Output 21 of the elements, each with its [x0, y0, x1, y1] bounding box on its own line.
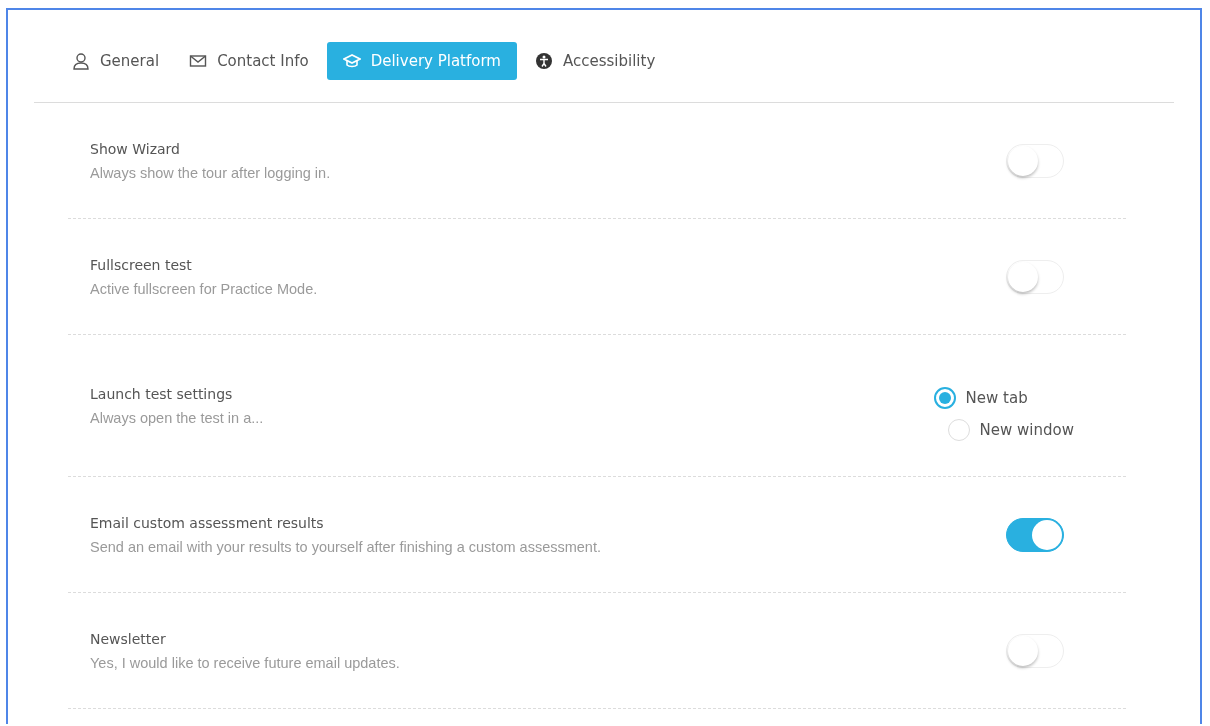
tab[interactable]: General: [60, 42, 172, 80]
setting-description: Always open the test in a...: [90, 409, 264, 426]
radio-button[interactable]: [933, 386, 956, 409]
graduation-cap-icon: [342, 52, 361, 70]
setting-title: Show Wizard: [90, 140, 181, 157]
setting-description: Always show the tour after logging in.: [90, 164, 331, 181]
setting-title: Launch test settings: [90, 385, 234, 402]
toggle-switch[interactable]: [1006, 517, 1064, 552]
accessibility-icon: [534, 52, 553, 70]
setting-title: Fullscreen test: [90, 256, 193, 273]
radio-label[interactable]: New window: [979, 420, 1074, 439]
setting-title: Email custom assessment results: [90, 514, 325, 531]
setting-description: Active fullscreen for Practice Mode.: [90, 280, 318, 297]
tab[interactable]: Accessibility: [522, 42, 668, 80]
setting-description: Send an email with your results to yourself after finishing a custom assessment.: [90, 538, 601, 555]
setting-description: Yes, I would like to receive future email updates.: [90, 654, 400, 671]
user-icon: [72, 52, 90, 70]
radio-label[interactable]: New tab: [965, 388, 1028, 407]
tab[interactable]: Contact Info: [177, 42, 321, 80]
mail-icon: [189, 52, 208, 70]
setting-title: Newsletter: [90, 630, 167, 647]
